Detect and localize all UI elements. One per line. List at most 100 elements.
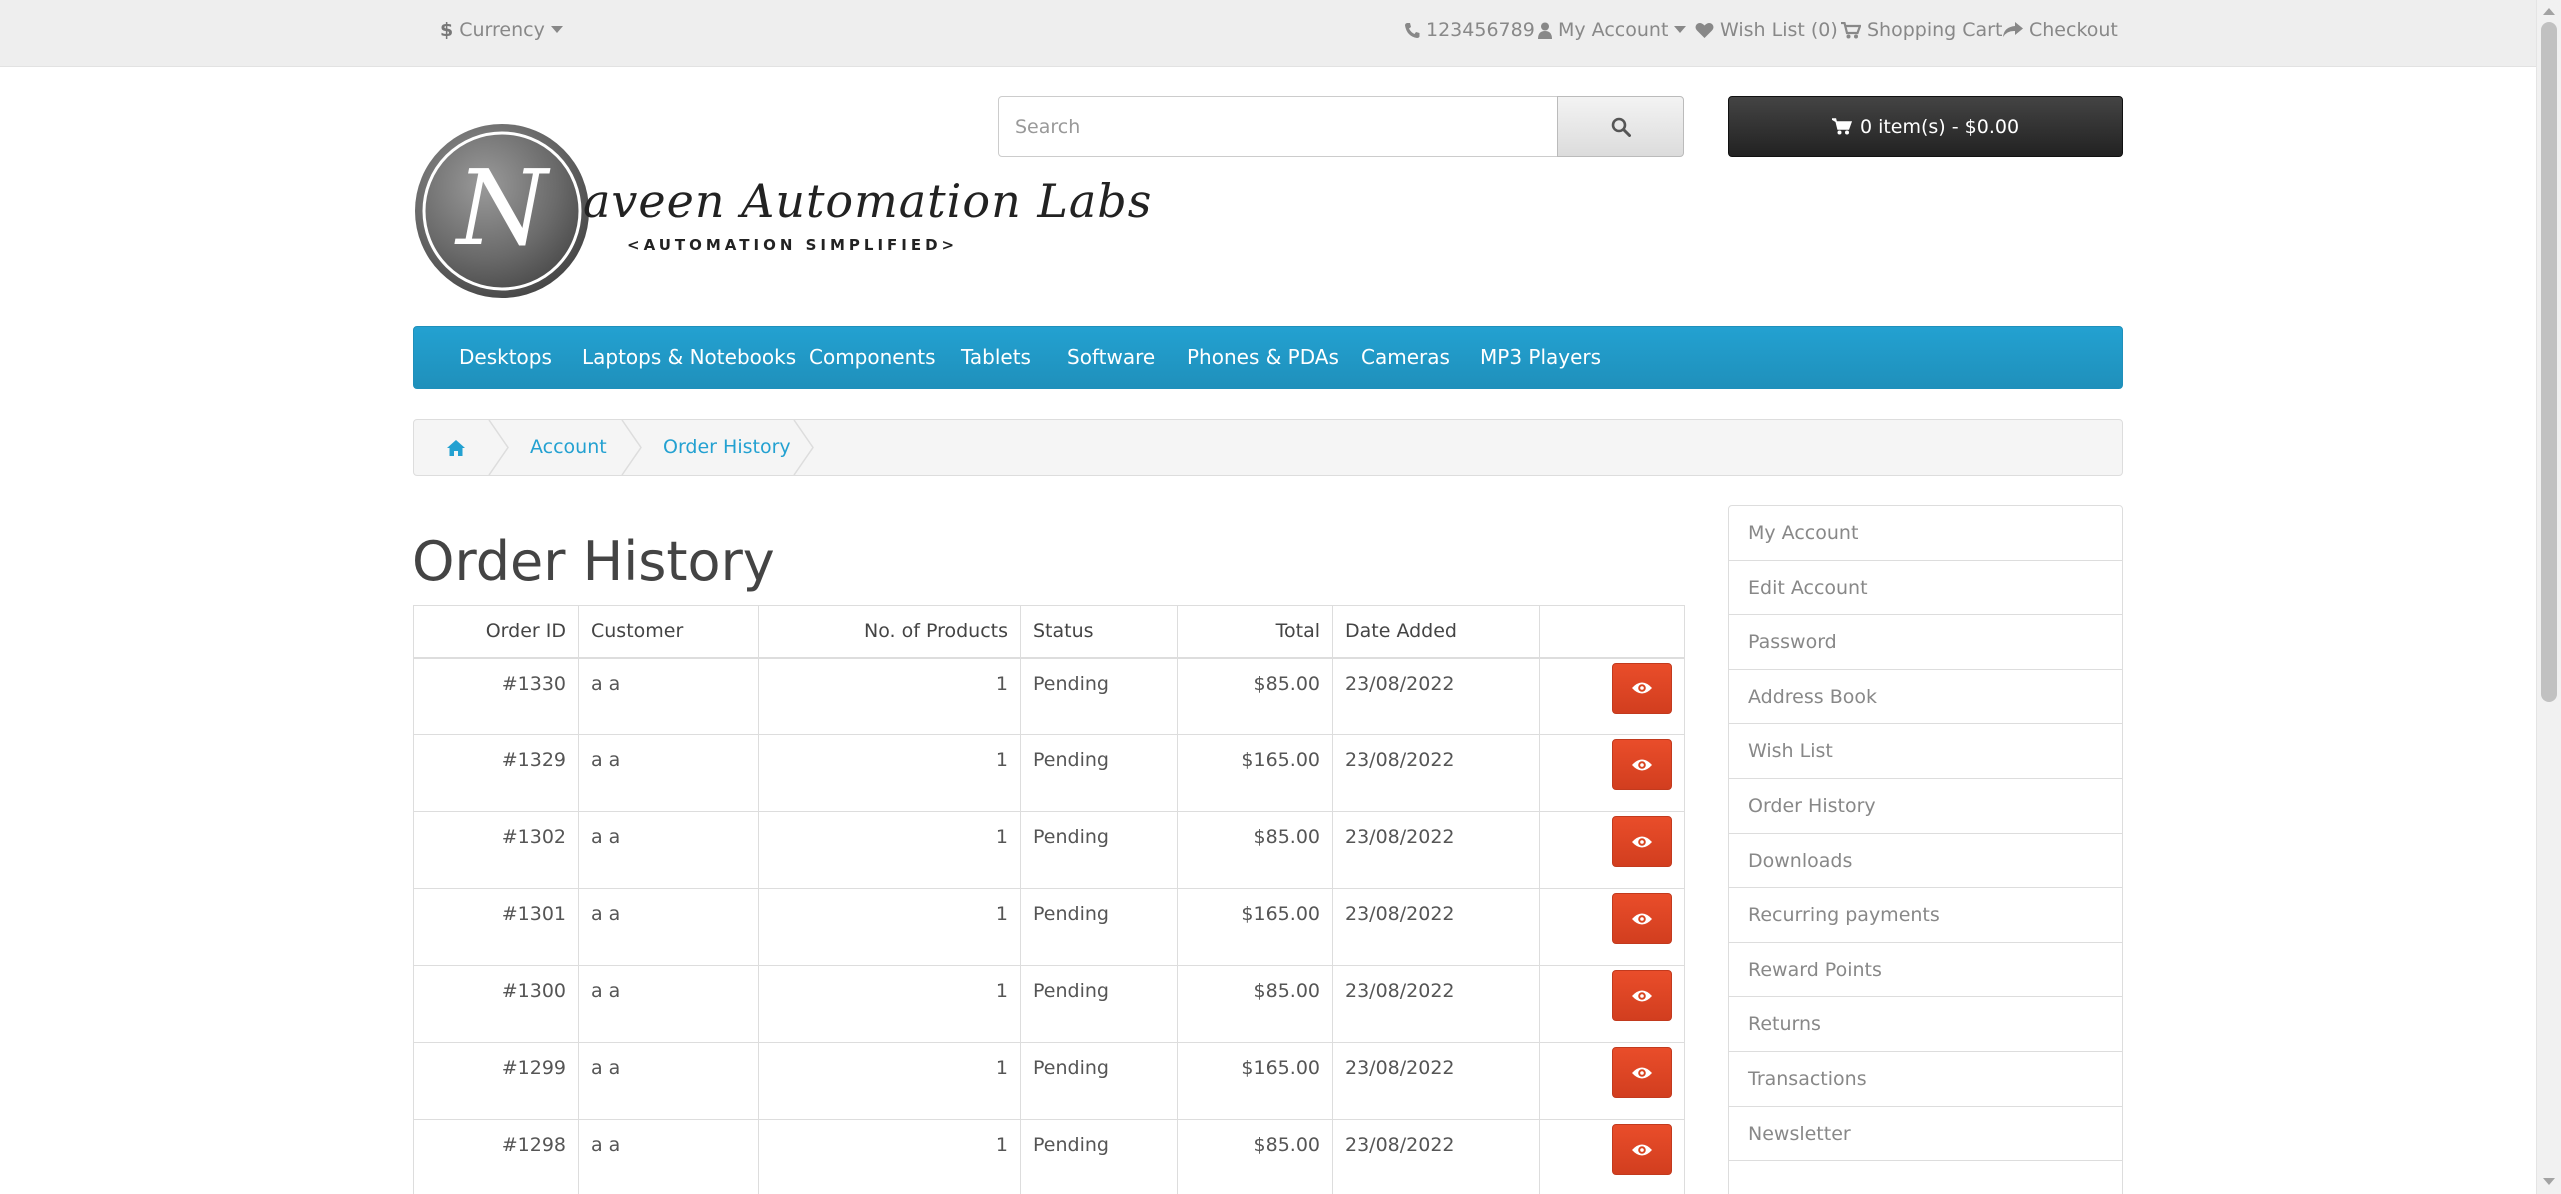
phone-link[interactable]: 123456789 bbox=[1404, 0, 1535, 60]
col-header-date-added: Date Added bbox=[1332, 605, 1540, 659]
top-bar: $ Currency 123456789 My Account Wish Lis… bbox=[0, 0, 2536, 67]
menu-item-tablets[interactable]: Tablets bbox=[961, 327, 1031, 388]
store-logo[interactable]: N aveen Automation Labs <AUTOMATION SIMP… bbox=[413, 122, 1151, 300]
order-total: $165.00 bbox=[1177, 888, 1333, 966]
breadcrumb-home[interactable] bbox=[446, 420, 466, 475]
menu-item-phones[interactable]: Phones & PDAs bbox=[1187, 327, 1339, 388]
scroll-down-arrow[interactable] bbox=[2543, 1178, 2555, 1185]
shopping-cart-icon bbox=[1831, 118, 1852, 135]
phone-icon bbox=[1405, 22, 1420, 38]
order-date-added: 23/08/2022 bbox=[1332, 965, 1540, 1043]
order-action-cell bbox=[1539, 888, 1685, 966]
table-row: #1301 a a 1 Pending $165.00 23/08/2022 bbox=[413, 888, 1685, 966]
svg-text:N: N bbox=[454, 147, 551, 269]
logo-emblem: N bbox=[415, 124, 589, 298]
phone-number: 123456789 bbox=[1426, 19, 1535, 41]
menu-item-laptops[interactable]: Laptops & Notebooks bbox=[582, 327, 796, 388]
view-order-button[interactable] bbox=[1612, 1047, 1672, 1098]
order-customer: a a bbox=[578, 1042, 759, 1120]
order-total: $85.00 bbox=[1177, 965, 1333, 1043]
sidebar-item-newsletter[interactable]: Newsletter bbox=[1728, 1105, 2123, 1162]
order-history-table: Order ID Customer No. of Products Status… bbox=[413, 605, 1685, 1194]
search-input[interactable] bbox=[998, 96, 1558, 157]
table-row: #1329 a a 1 Pending $165.00 23/08/2022 bbox=[413, 734, 1685, 812]
order-customer: a a bbox=[578, 657, 759, 735]
table-row: #1330 a a 1 Pending $85.00 23/08/2022 bbox=[413, 657, 1685, 735]
sidebar-item-returns[interactable]: Returns bbox=[1728, 996, 2123, 1052]
order-status: Pending bbox=[1020, 965, 1178, 1043]
table-row: #1298 a a 1 Pending $85.00 23/08/2022 bbox=[413, 1119, 1685, 1194]
sidebar-item-next[interactable] bbox=[1728, 1160, 2123, 1194]
order-status: Pending bbox=[1020, 657, 1178, 735]
table-header-row: Order ID Customer No. of Products Status… bbox=[413, 605, 1685, 659]
sidebar-item-reward-points[interactable]: Reward Points bbox=[1728, 941, 2123, 998]
view-order-button[interactable] bbox=[1612, 816, 1672, 867]
currency-dropdown[interactable]: $ Currency bbox=[440, 0, 563, 60]
shopping-cart-icon bbox=[1841, 21, 1861, 38]
page-scrollbar[interactable] bbox=[2536, 0, 2561, 1194]
my-account-dropdown[interactable]: My Account bbox=[1538, 0, 1687, 60]
sidebar-item-wish-list[interactable]: Wish List bbox=[1728, 723, 2123, 779]
checkout-link[interactable]: Checkout bbox=[2003, 0, 2118, 60]
scroll-up-arrow[interactable] bbox=[2543, 8, 2555, 15]
sidebar-item-order-history[interactable]: Order History bbox=[1728, 777, 2123, 834]
account-sidebar: My Account Edit Account Password Address… bbox=[1728, 505, 2123, 1194]
col-header-customer: Customer bbox=[578, 605, 759, 659]
order-id: #1330 bbox=[413, 657, 579, 735]
search-button[interactable] bbox=[1557, 96, 1684, 157]
shopping-cart-link[interactable]: Shopping Cart bbox=[1841, 0, 2002, 60]
view-order-button[interactable] bbox=[1612, 739, 1672, 790]
sidebar-item-edit-account[interactable]: Edit Account bbox=[1728, 559, 2123, 616]
menu-item-components[interactable]: Components bbox=[809, 327, 936, 388]
order-id: #1329 bbox=[413, 734, 579, 812]
menu-item-cameras[interactable]: Cameras bbox=[1361, 327, 1450, 388]
logo-tagline: <AUTOMATION SIMPLIFIED> bbox=[627, 236, 959, 254]
order-products: 1 bbox=[758, 657, 1021, 735]
menu-item-software[interactable]: Software bbox=[1067, 327, 1155, 388]
order-customer: a a bbox=[578, 965, 759, 1043]
order-date-added: 23/08/2022 bbox=[1332, 811, 1540, 889]
sidebar-item-address-book[interactable]: Address Book bbox=[1728, 668, 2123, 725]
col-header-status: Status bbox=[1020, 605, 1178, 659]
order-products: 1 bbox=[758, 734, 1021, 812]
menu-item-desktops[interactable]: Desktops bbox=[459, 327, 552, 388]
col-header-products: No. of Products bbox=[758, 605, 1021, 659]
sidebar-item-recurring-payments[interactable]: Recurring payments bbox=[1728, 887, 2123, 943]
order-status: Pending bbox=[1020, 734, 1178, 812]
checkout-label: Checkout bbox=[2029, 19, 2118, 41]
heart-icon bbox=[1695, 22, 1714, 38]
order-date-added: 23/08/2022 bbox=[1332, 888, 1540, 966]
eye-icon bbox=[1632, 990, 1652, 1001]
order-customer: a a bbox=[578, 888, 759, 966]
sidebar-item-my-account[interactable]: My Account bbox=[1728, 505, 2123, 561]
sidebar-item-password[interactable]: Password bbox=[1728, 614, 2123, 670]
order-id: #1302 bbox=[413, 811, 579, 889]
eye-icon bbox=[1632, 836, 1652, 847]
sidebar-item-downloads[interactable]: Downloads bbox=[1728, 832, 2123, 889]
order-total: $165.00 bbox=[1177, 734, 1333, 812]
scroll-thumb[interactable] bbox=[2541, 22, 2557, 702]
order-products: 1 bbox=[758, 1119, 1021, 1194]
view-order-button[interactable] bbox=[1612, 970, 1672, 1021]
cart-button[interactable]: 0 item(s) - $0.00 bbox=[1728, 96, 2123, 157]
menu-item-mp3-players[interactable]: MP3 Players bbox=[1480, 327, 1601, 388]
view-order-button[interactable] bbox=[1612, 662, 1672, 714]
order-action-cell bbox=[1539, 811, 1685, 889]
order-date-added: 23/08/2022 bbox=[1332, 1119, 1540, 1194]
sidebar-item-transactions[interactable]: Transactions bbox=[1728, 1050, 2123, 1107]
order-action-cell bbox=[1539, 734, 1685, 812]
wish-list-link[interactable]: Wish List (0) bbox=[1695, 0, 1838, 60]
table-row: #1299 a a 1 Pending $165.00 23/08/2022 bbox=[413, 1042, 1685, 1120]
order-customer: a a bbox=[578, 734, 759, 812]
table-row: #1300 a a 1 Pending $85.00 23/08/2022 bbox=[413, 965, 1685, 1043]
breadcrumb-account[interactable]: Account bbox=[530, 420, 607, 475]
view-order-button[interactable] bbox=[1612, 1124, 1672, 1175]
order-date-added: 23/08/2022 bbox=[1332, 1042, 1540, 1120]
col-header-total: Total bbox=[1177, 605, 1333, 659]
order-date-added: 23/08/2022 bbox=[1332, 657, 1540, 735]
order-customer: a a bbox=[578, 811, 759, 889]
breadcrumb-order-history[interactable]: Order History bbox=[663, 420, 791, 475]
order-total: $85.00 bbox=[1177, 1119, 1333, 1194]
view-order-button[interactable] bbox=[1612, 893, 1672, 944]
eye-icon bbox=[1632, 913, 1652, 924]
